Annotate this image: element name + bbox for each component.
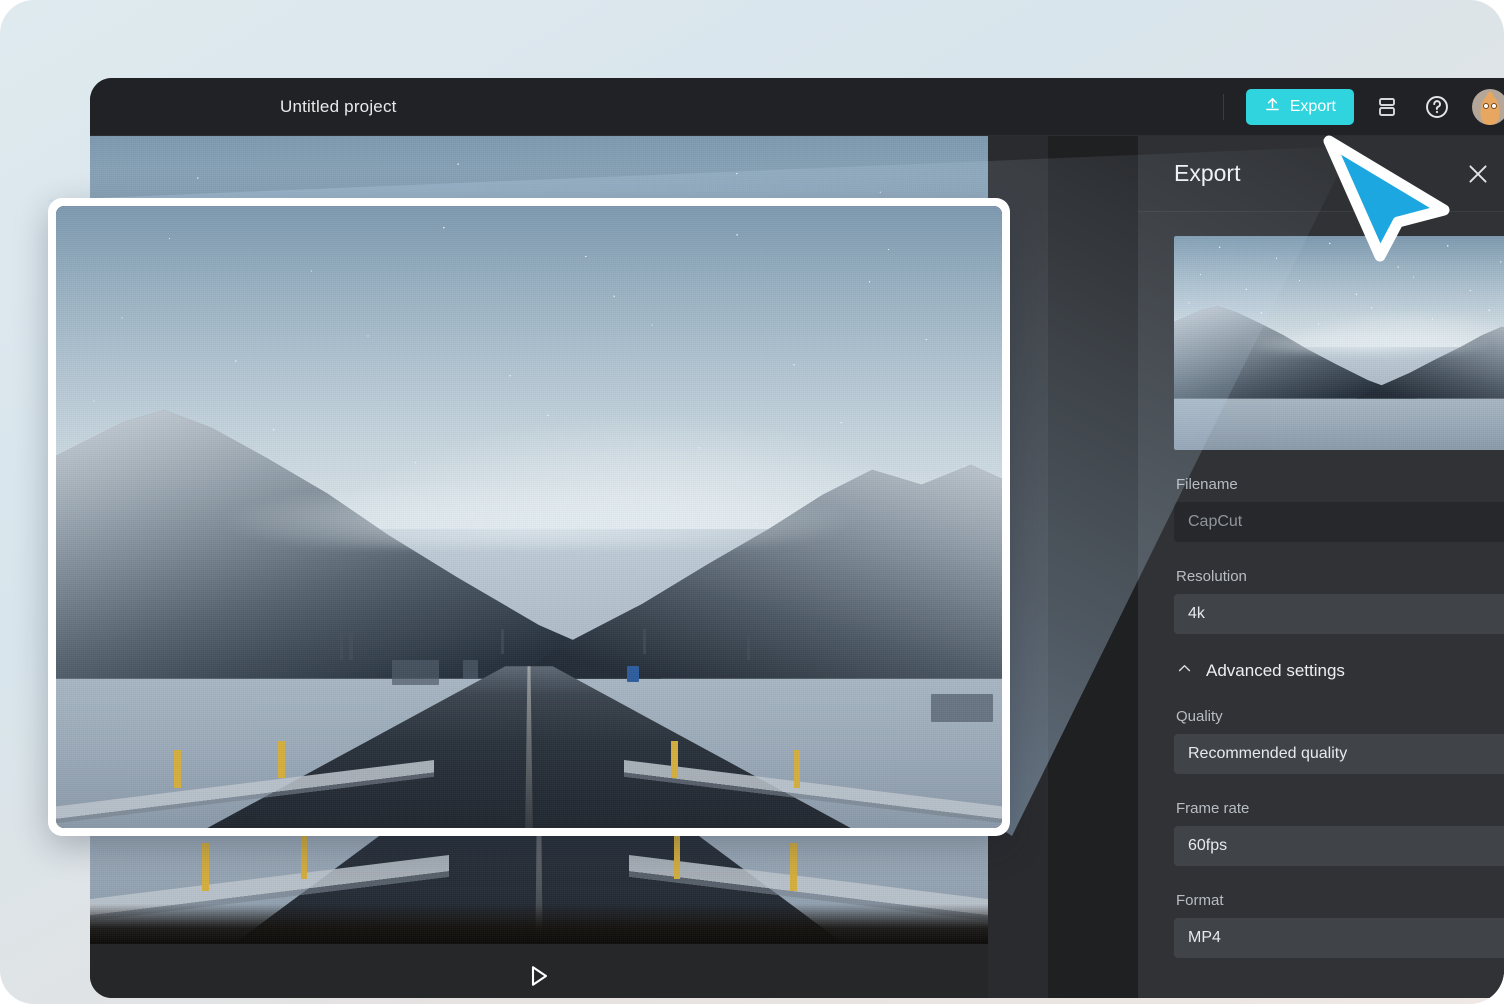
layers-icon[interactable] [1370,90,1404,124]
page-title: Untitled project [280,96,397,116]
quality-value: Recommended quality [1188,745,1348,762]
avatar-face [1480,94,1500,125]
magnified-preview-callout [48,198,1010,836]
export-panel-header: Export [1138,136,1504,212]
thumbnail-artwork [1174,236,1504,450]
close-icon[interactable] [1464,160,1492,188]
format-label: Format [1176,892,1224,909]
export-button[interactable]: Export [1245,89,1354,125]
quality-select[interactable]: Recommended quality [1174,734,1504,774]
avatar[interactable] [1472,89,1504,125]
upload-icon [1264,96,1281,118]
video-preview-thumbnail [1174,236,1504,450]
frame-rate-label: Frame rate [1176,800,1250,817]
advanced-settings-toggle[interactable]: Advanced settings [1176,660,1484,682]
advanced-settings-label: Advanced settings [1206,661,1345,680]
export-panel: Export Filename CapCut Resolution 4k Adv… [1138,136,1504,998]
top-bar: Untitled project Export [90,78,1504,136]
frame-rate-value: 60fps [1188,837,1228,854]
quality-label: Quality [1176,708,1223,725]
page-backdrop: Untitled project Export Export Filename … [0,0,1504,1004]
resolution-value: 4k [1188,605,1205,622]
resolution-select[interactable]: 4k [1174,594,1504,634]
magnified-artwork [56,206,1002,828]
topbar-actions: Export [1222,78,1504,136]
format-select[interactable]: MP4 [1174,918,1504,958]
chevron-up-icon [1176,660,1193,682]
toolbar-divider [1222,94,1224,120]
resolution-label: Resolution [1176,568,1247,585]
export-button-label: Export [1289,98,1336,115]
format-value: MP4 [1188,929,1221,946]
export-panel-body: Filename Resolution 4k Advanced settings… [1138,212,1504,998]
player-controls-bar [90,944,988,998]
play-icon[interactable] [528,964,550,993]
filename-label: Filename [1176,476,1238,493]
help-circle-icon[interactable] [1420,90,1454,124]
magnified-preview-image [56,206,1002,828]
filename-input[interactable] [1174,502,1504,542]
export-panel-title: Export [1174,160,1241,186]
frame-rate-select[interactable]: 60fps [1174,826,1504,866]
